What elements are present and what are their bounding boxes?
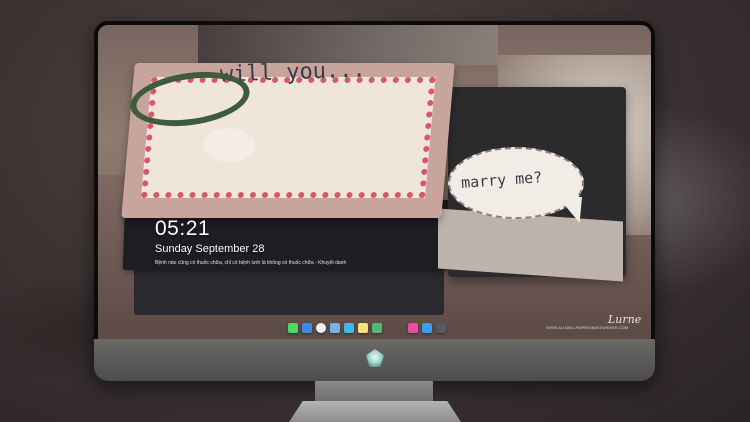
monitor-chin (94, 339, 655, 381)
monitor-stand-neck (315, 381, 433, 403)
desktop-screen: marry me? will you... 05:21 Sunday Septe… (98, 25, 651, 339)
video-icon[interactable] (344, 323, 354, 333)
appstore-icon[interactable] (422, 323, 432, 333)
brand-logo-icon (366, 349, 384, 367)
wallpaper-box-bottom (134, 263, 444, 315)
lock-quote: Bệnh nào cũng có thuốc chữa, chỉ có bệnh… (155, 260, 347, 266)
clock-icon[interactable] (316, 323, 326, 333)
photo-icon[interactable] (372, 323, 382, 333)
finder-icon[interactable] (302, 323, 312, 333)
preview-icon[interactable] (330, 323, 340, 333)
camera-icon[interactable] (436, 323, 446, 333)
dock (288, 321, 446, 335)
wallpaper-watermark: WWW.ALLWALLPAPERSBIBOSHEHEK.COM (546, 325, 629, 330)
monitor-stand-base (289, 401, 461, 422)
wallpaper-drawer-front (438, 208, 623, 282)
itunes-icon[interactable] (408, 323, 418, 333)
notes-icon[interactable] (358, 323, 368, 333)
monitor: marry me? will you... 05:21 Sunday Septe… (94, 21, 655, 381)
lock-date: Sunday September 28 (155, 243, 265, 255)
wallpaper-tag (203, 128, 255, 162)
lock-clock: 05:21 (155, 217, 211, 240)
messages-icon[interactable] (288, 323, 298, 333)
